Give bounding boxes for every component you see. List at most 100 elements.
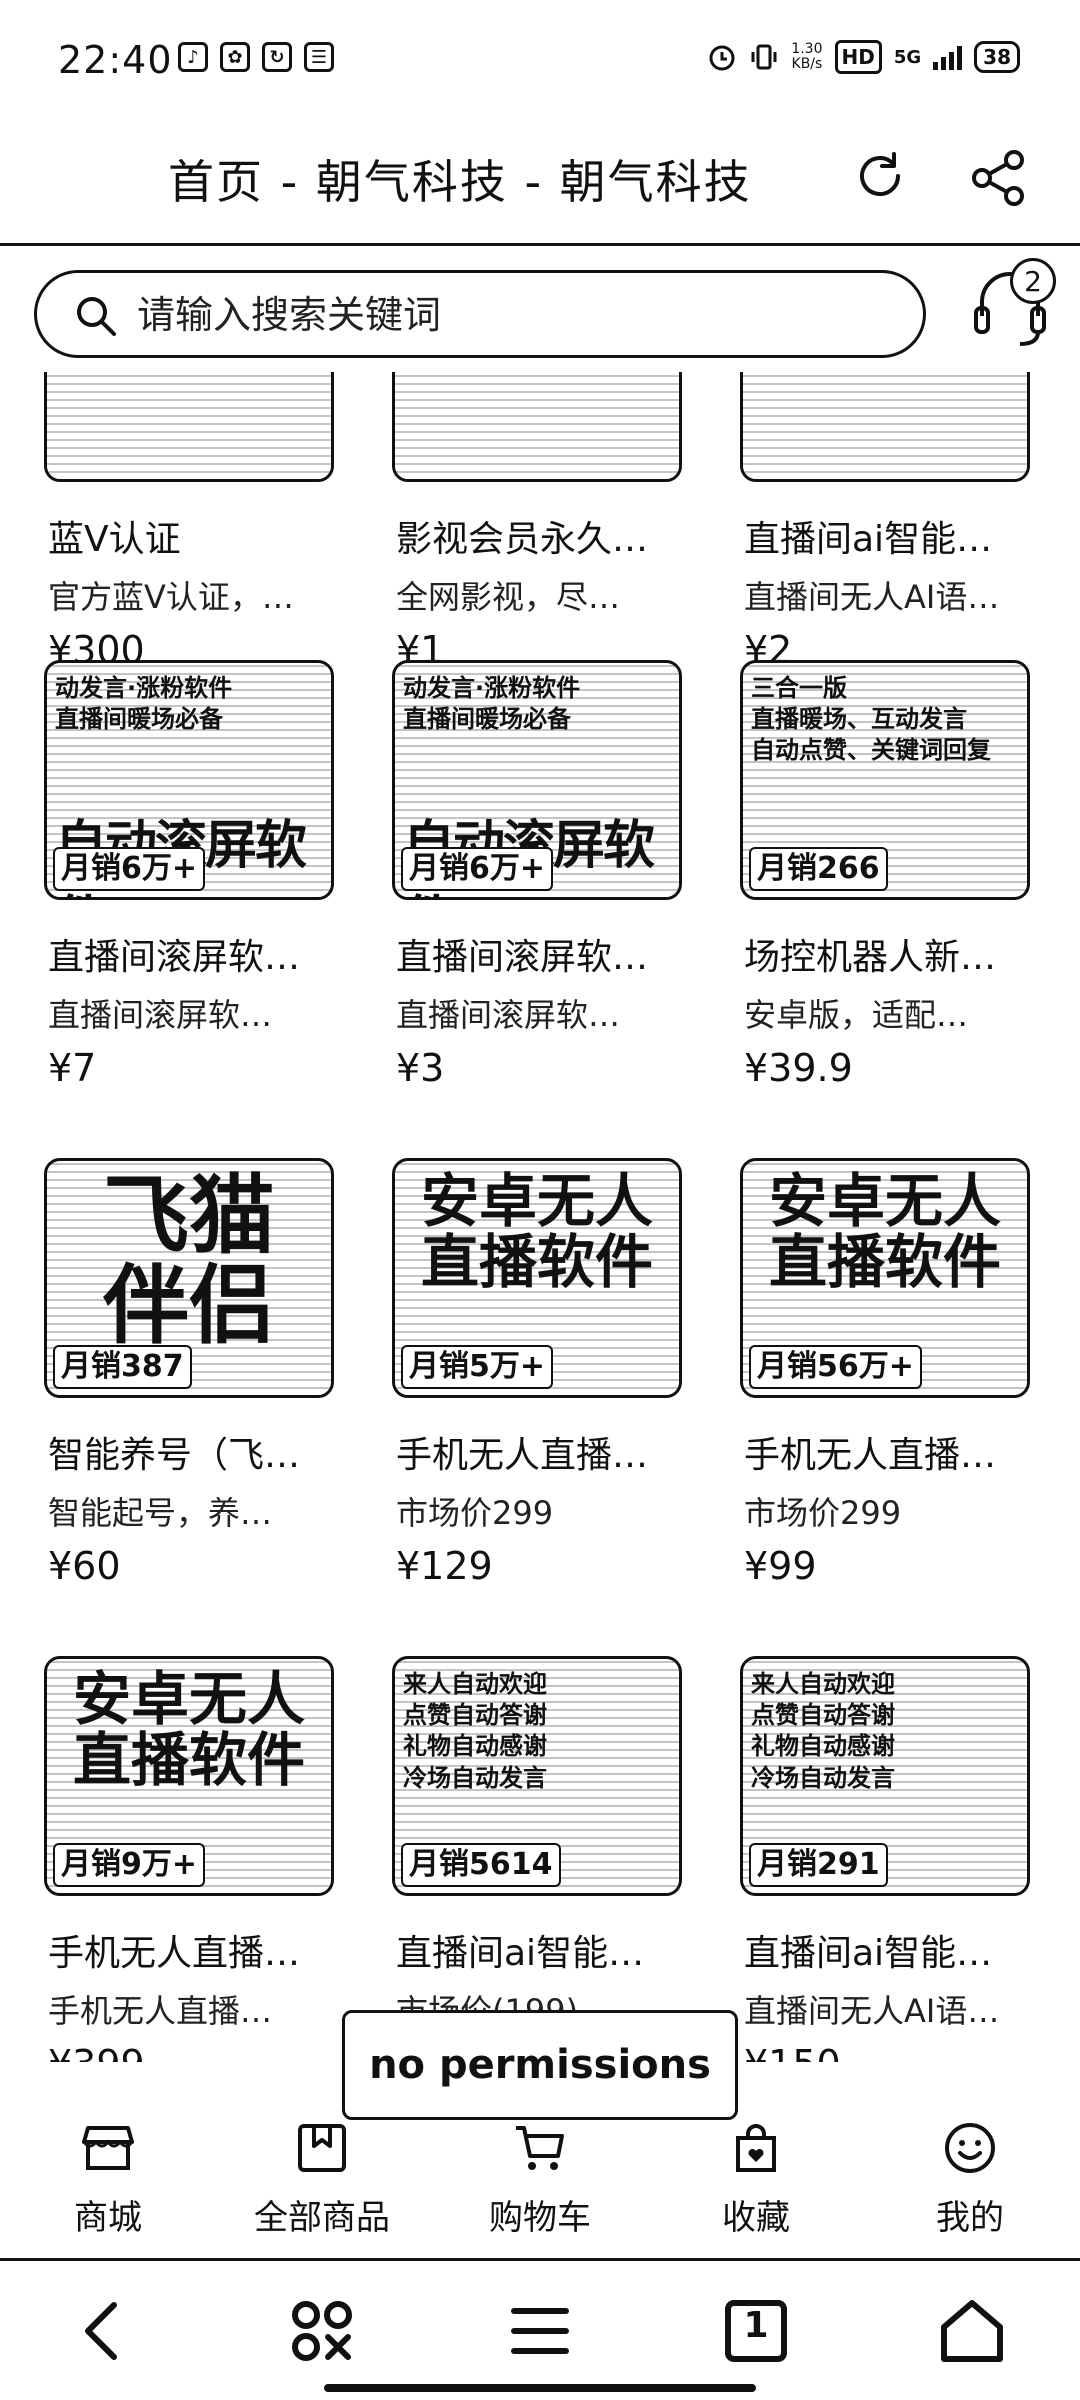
product-image[interactable]: 来人自动欢迎 点赞自动答谢 礼物自动感谢 冷场自动发言月销291 (740, 1656, 1030, 1896)
product-image[interactable] (740, 372, 1030, 482)
product-name: 手机无人直播… (48, 1933, 301, 1974)
product-name: 影视会员永久… (396, 519, 649, 560)
product-name: 直播间ai智能… (396, 1933, 645, 1974)
product-image[interactable] (392, 372, 682, 482)
product-card[interactable]: 来人自动欢迎 点赞自动答谢 礼物自动感谢 冷场自动发言 月销291 直播间ai智能…… (740, 1656, 1030, 2062)
share-button[interactable] (966, 146, 1030, 210)
image-caption: 安卓无人 直播软件 (768, 1167, 1001, 1296)
image-caption: 安卓无人 直播软件 (420, 1167, 653, 1296)
product-description: 全网影视，尽… (396, 578, 621, 616)
app2-notification-icon: ☰ (304, 42, 334, 72)
monthly-sales-badge: 月销6万+ (401, 847, 554, 891)
vibrate-icon (751, 44, 777, 70)
monthly-sales-badge: 月销291 (749, 1843, 888, 1887)
product-card[interactable]: 来人自动欢迎 点赞自动答谢 礼物自动感谢 冷场自动发言月销5614 直播间ai智能… (392, 1656, 682, 2062)
product-description: 市场价299 (744, 1494, 902, 1532)
status-right: 1.30 KB/s HD 5G 38 (707, 40, 1020, 74)
monthly-sales-badge: 月销387 (53, 1345, 192, 1389)
product-card[interactable]: 安卓无人 直播软件月销5万+ 手机无人直播… 市场价299 ¥129 (392, 1158, 682, 1718)
tab-all-products[interactable]: 全部商品 (232, 2120, 412, 2250)
cart-icon (516, 2126, 564, 2170)
tab-label: 购物车 (489, 2198, 591, 2238)
product-image[interactable]: 飞猫 伴侣 月销387 (44, 1158, 334, 1398)
app-header: 首页 - 朝气科技 - 朝气科技 (0, 120, 1080, 246)
product-card[interactable]: 动发言·涨粉软件 直播间暖场必备自动滚屏软件月销6万+ 直播间滚屏软… 直播间滚屏软… (44, 660, 334, 1220)
image-caption: 来人自动欢迎 点赞自动答谢 礼物自动感谢 冷场自动发言 (751, 1670, 895, 1792)
product-name: 智能养号（飞… (48, 1435, 301, 1476)
product-card[interactable]: 三合一版 直播暖场、互动发言 自动点赞、关键词回复 月销266 场控机器人新… 安卓版… (740, 660, 1030, 1220)
home-button[interactable] (932, 2291, 1012, 2371)
product-price: ¥150 (744, 2042, 841, 2062)
product-description: 安卓版，适配… (744, 996, 969, 1034)
product-price: ¥39.9 (744, 1046, 853, 1090)
monthly-sales-badge: 月销5614 (401, 1843, 561, 1887)
tab-label: 我的 (936, 2198, 1004, 2238)
tab-label: 收藏 (722, 2198, 790, 2238)
status-bar: 22:40 ♪ ✿ ↻ ☰ 1.30 KB/s HD 5G 38 (0, 0, 1080, 120)
product-name: 手机无人直播… (396, 1435, 649, 1476)
product-card[interactable]: 动发言·涨粉软件 直播间暖场必备自动滚屏软件月销6万+ 直播间滚屏软… 直播间滚屏软… (392, 660, 682, 1220)
product-description: 直播间滚屏软… (396, 996, 621, 1034)
app-notification-icon: ✿ (220, 42, 250, 72)
bookmark-box-icon (298, 2124, 346, 2172)
sync-notification-icon: ↻ (262, 42, 292, 72)
product-image[interactable]: 三合一版 直播暖场、互动发言 自动点赞、关键词回复 月销266 (740, 660, 1030, 900)
monthly-sales-badge: 月销5万+ (401, 1345, 554, 1389)
back-button[interactable] (66, 2291, 146, 2371)
product-card[interactable]: 飞猫 伴侣 月销387 智能养号（飞… 智能起号，养… ¥60 (44, 1158, 334, 1718)
product-price: ¥399 (48, 2042, 145, 2062)
monthly-sales-badge: 月销56万+ (749, 1345, 922, 1389)
image-texture (47, 372, 331, 479)
product-price: ¥60 (48, 1544, 121, 1588)
tab-favorites[interactable]: 收藏 (666, 2120, 846, 2250)
search-bar[interactable] (34, 270, 926, 358)
product-description: 直播间无人AI语… (744, 1992, 1000, 2030)
product-name: 手机无人直播… (744, 1435, 997, 1476)
tab-store[interactable]: 商城 (18, 2120, 198, 2250)
smiley-icon (945, 2123, 995, 2173)
status-time: 22:40 (58, 38, 173, 82)
tabs-count: 1 (743, 2305, 769, 2346)
product-price: ¥129 (396, 1544, 493, 1588)
product-image[interactable]: 来人自动欢迎 点赞自动答谢 礼物自动感谢 冷场自动发言月销5614 (392, 1656, 682, 1896)
toast-message: no permissions (342, 2010, 738, 2120)
product-name: 场控机器人新… (744, 937, 997, 978)
net-speed: 1.30 KB/s (791, 41, 823, 72)
apps-button[interactable] (282, 2291, 362, 2371)
image-texture (743, 372, 1027, 479)
alarm-icon (709, 45, 735, 71)
product-card[interactable]: 安卓无人 直播软件月销56万+ 手机无人直播… 市场价299 ¥99 (740, 1158, 1030, 1718)
product-description: 市场价299 (396, 1494, 554, 1532)
refresh-button[interactable] (850, 146, 910, 206)
tabs-button[interactable]: 1 (716, 2291, 796, 2371)
refresh-icon (860, 152, 900, 197)
product-image[interactable]: 动发言·涨粉软件 直播间暖场必备自动滚屏软件月销6万+ (392, 660, 682, 900)
page-title: 首页 - 朝气科技 - 朝气科技 (168, 155, 752, 209)
signal-icon (933, 44, 963, 70)
image-caption: 动发言·涨粉软件 直播间暖场必备 (403, 674, 581, 734)
tab-me[interactable]: 我的 (880, 2120, 1060, 2250)
menu-button[interactable] (500, 2291, 580, 2371)
tab-label: 商城 (74, 2198, 142, 2238)
monthly-sales-badge: 月销9万+ (53, 1843, 206, 1887)
apps-grid-icon (292, 2301, 352, 2361)
tab-cart[interactable]: 购物车 (450, 2120, 630, 2250)
product-image[interactable]: 安卓无人 直播软件月销56万+ (740, 1158, 1030, 1398)
search-input[interactable] (137, 287, 897, 343)
image-caption: 来人自动欢迎 点赞自动答谢 礼物自动感谢 冷场自动发言 (403, 1670, 547, 1792)
notification-icons: ♪ ✿ ↻ ☰ (178, 42, 334, 72)
product-description: 智能起号，养… (48, 1494, 273, 1532)
product-image[interactable]: 动发言·涨粉软件 直播间暖场必备自动滚屏软件月销6万+ (44, 660, 334, 900)
product-card[interactable]: 安卓无人 直播软件月销9万+ 手机无人直播… 手机无人直播… ¥399 (44, 1656, 334, 2062)
product-price: ¥99 (744, 1544, 817, 1588)
product-image[interactable]: 安卓无人 直播软件月销5万+ (392, 1158, 682, 1398)
product-description: 官方蓝V认证，… (48, 578, 294, 616)
product-description: 直播间滚屏软… (48, 996, 273, 1034)
tiktok-notification-icon: ♪ (178, 42, 208, 72)
product-image[interactable] (44, 372, 334, 482)
home-icon (941, 2300, 1003, 2362)
product-price: ¥7 (48, 1046, 97, 1090)
product-image[interactable]: 安卓无人 直播软件 月销9万+ (44, 1656, 334, 1896)
system-navigation-bar: 1 (0, 2258, 1080, 2400)
share-icon (972, 150, 1024, 206)
